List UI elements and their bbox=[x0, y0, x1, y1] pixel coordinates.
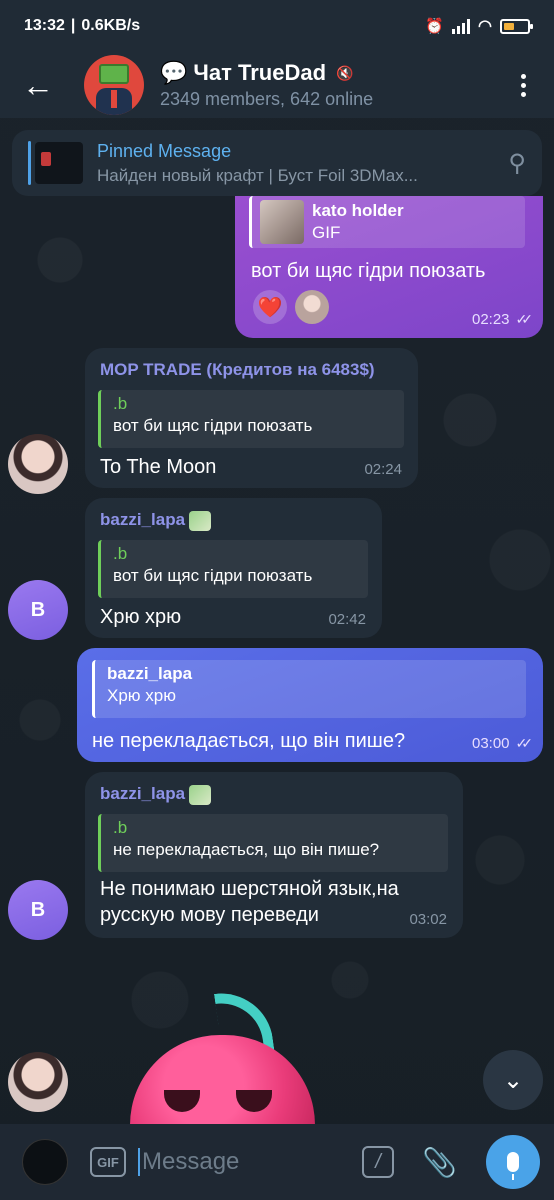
reply-author: .b bbox=[113, 544, 128, 563]
user-badge-icon bbox=[189, 784, 212, 805]
message-time: 03:02 bbox=[409, 911, 447, 928]
message-text: To The Moon bbox=[100, 456, 217, 478]
pinned-indicator bbox=[28, 141, 31, 185]
chat-emoji: 💬 bbox=[160, 60, 188, 85]
message-bubble-outgoing[interactable]: kato holder GIF вот би щяс гідри поюзать… bbox=[235, 196, 543, 338]
reaction-heart[interactable]: ❤️ bbox=[253, 290, 287, 324]
scroll-down-button[interactable]: ⌄ bbox=[483, 1050, 543, 1110]
reply-preview[interactable]: .b не перекладається, що він пише? bbox=[98, 814, 448, 872]
message-text: не перекладається, що він пише? bbox=[92, 730, 406, 752]
pinned-thumbnail bbox=[35, 142, 83, 184]
members-count: 2349 members, 642 online bbox=[160, 89, 374, 109]
message-bubble-incoming[interactable]: bazzi_lapa .b вот би щяс гідри поюзать Х… bbox=[85, 498, 382, 638]
alarm-icon: ⏰ bbox=[425, 18, 445, 35]
reply-preview[interactable]: .b вот би щяс гідри поюзать bbox=[98, 540, 368, 598]
read-checks-icon: ✓✓ bbox=[515, 735, 534, 751]
more-menu-icon[interactable] bbox=[521, 73, 526, 97]
reactions-row: ❤️ bbox=[253, 290, 329, 324]
message-bubble-incoming[interactable]: MOP TRADE (Кредитов на 6483$) .b вот би … bbox=[85, 348, 418, 488]
pin-list-icon[interactable]: ⚲ bbox=[508, 149, 526, 178]
reply-gif-thumbnail bbox=[260, 200, 304, 244]
message-time: 02:42 bbox=[328, 611, 366, 628]
reply-text: вот би щяс гідри поюзать bbox=[113, 566, 313, 585]
gif-button[interactable]: GIF bbox=[90, 1147, 126, 1177]
message-time: 02:23 ✓✓ bbox=[471, 311, 534, 328]
message-bubble-incoming[interactable]: bazzi_lapa .b не перекладається, що він … bbox=[85, 772, 463, 938]
sender-name[interactable]: MOP TRADE (Кредитов на 6483$) bbox=[100, 360, 375, 380]
signal-icon bbox=[452, 18, 471, 34]
voice-record-button[interactable] bbox=[486, 1135, 540, 1189]
reply-preview[interactable]: .b вот би щяс гідри поюзать bbox=[98, 390, 404, 448]
chat-header: ← 💬 Чат TrueDad 🔇 2349 members, 642 onli… bbox=[0, 52, 554, 118]
reply-author: bazzi_lapa bbox=[107, 664, 193, 683]
status-bar: 13:32 | 0.6KB/s ⏰ ◠ bbox=[0, 0, 554, 52]
avatar[interactable]: B bbox=[8, 880, 68, 940]
muted-icon: 🔇 bbox=[336, 64, 354, 81]
message-time: 03:00 ✓✓ bbox=[471, 735, 534, 752]
message-bubble-outgoing[interactable]: bazzi_lapa Хрю хрю не перекладається, що… bbox=[77, 648, 543, 762]
reply-author: .b bbox=[113, 818, 128, 837]
chat-avatar[interactable] bbox=[84, 55, 144, 115]
pinned-message-bar[interactable]: Pinned Message Найден новый крафт | Буст… bbox=[12, 130, 542, 196]
pinned-title: Pinned Message bbox=[97, 140, 232, 161]
read-checks-icon: ✓✓ bbox=[515, 311, 534, 327]
message-time: 02:24 bbox=[364, 461, 402, 478]
microphone-icon bbox=[507, 1152, 519, 1180]
reply-author: kato holder bbox=[312, 201, 404, 220]
chat-title: Чат TrueDad bbox=[193, 60, 327, 85]
reply-text: Хрю хрю bbox=[107, 686, 176, 705]
message-input-bar: GIF / 📎 bbox=[0, 1124, 554, 1200]
pinned-text: Найден новый крафт | Буст Foil 3DMax... bbox=[97, 165, 418, 185]
back-arrow-icon[interactable]: ← bbox=[22, 69, 58, 101]
sender-name[interactable]: bazzi_lapa bbox=[100, 510, 212, 531]
status-time: 13:32 bbox=[24, 17, 65, 34]
chat-info[interactable]: 💬 Чат TrueDad 🔇 2349 members, 642 online bbox=[160, 60, 373, 110]
reply-author: .b bbox=[113, 394, 128, 413]
sender-name[interactable]: bazzi_lapa bbox=[100, 784, 212, 805]
wifi-icon: ◠ bbox=[478, 18, 492, 35]
bot-commands-button[interactable]: / bbox=[362, 1146, 394, 1178]
message-text: вот би щяс гідри поюзать bbox=[251, 260, 486, 282]
chevron-down-icon: ⌄ bbox=[502, 1066, 524, 1094]
network-speed: 0.6KB/s bbox=[81, 17, 141, 34]
user-badge-icon bbox=[189, 510, 212, 531]
attach-icon[interactable]: 📎 bbox=[422, 1146, 457, 1179]
reply-text: вот би щяс гідри поюзать bbox=[113, 416, 313, 435]
message-text: Хрю хрю bbox=[100, 606, 182, 628]
avatar[interactable] bbox=[8, 1052, 68, 1112]
battery-icon bbox=[500, 18, 533, 34]
reply-preview[interactable]: bazzi_lapa Хрю хрю bbox=[92, 660, 526, 718]
message-input[interactable] bbox=[138, 1148, 348, 1176]
reply-text: GIF bbox=[312, 223, 341, 242]
send-as-avatar[interactable] bbox=[22, 1139, 68, 1185]
reaction-user-avatar[interactable] bbox=[295, 290, 329, 324]
reply-text: не перекладається, що він пише? bbox=[113, 840, 380, 859]
reply-preview[interactable]: kato holder GIF bbox=[249, 196, 525, 248]
message-text: Не понимаю шерстяной язык,на русскую мов… bbox=[100, 878, 399, 926]
avatar[interactable]: B bbox=[8, 580, 68, 640]
avatar[interactable] bbox=[8, 434, 68, 494]
